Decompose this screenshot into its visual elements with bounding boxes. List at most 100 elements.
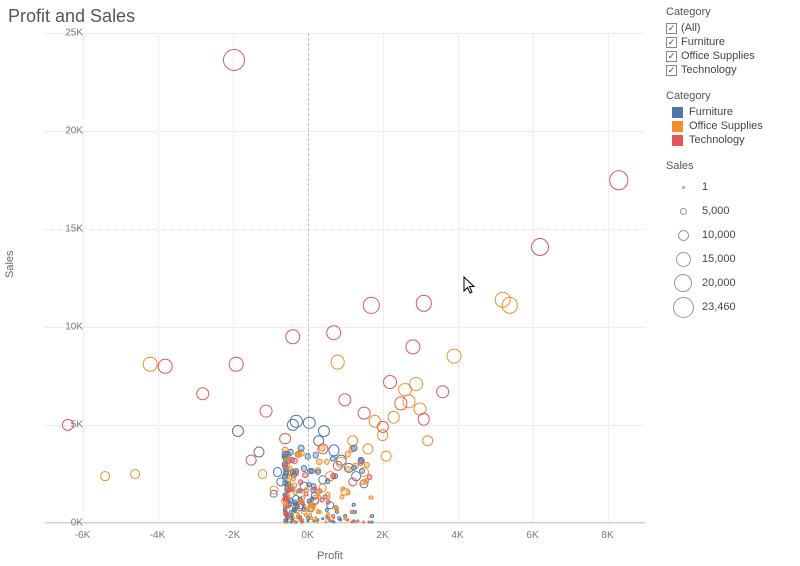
data-point[interactable] [362, 520, 365, 523]
plot-canvas[interactable]: 0K5K10K15K20K25K-6K-4K-2K0K2K4K6K8K [45, 33, 645, 523]
data-point[interactable] [381, 451, 392, 462]
checkbox-icon[interactable]: ✓ [666, 23, 677, 34]
checkbox-icon[interactable]: ✓ [666, 51, 677, 62]
data-point[interactable] [346, 518, 349, 521]
data-point[interactable] [318, 425, 330, 437]
data-point[interactable] [348, 477, 357, 486]
data-point[interactable] [298, 445, 305, 452]
data-point[interactable] [383, 375, 397, 389]
data-point[interactable] [359, 468, 365, 474]
data-point[interactable] [405, 339, 420, 354]
data-point[interactable] [291, 483, 296, 488]
data-point[interactable] [351, 465, 357, 471]
data-point[interactable] [344, 451, 351, 458]
data-point[interactable] [285, 329, 300, 344]
data-point[interactable] [351, 445, 358, 452]
data-point[interactable] [286, 513, 290, 517]
data-point[interactable] [502, 297, 518, 313]
data-point[interactable] [313, 452, 320, 459]
data-point[interactable] [332, 461, 342, 471]
data-point[interactable] [387, 411, 400, 424]
data-point[interactable] [531, 238, 549, 256]
data-point[interactable] [291, 458, 297, 464]
data-point[interactable] [130, 469, 140, 479]
data-point[interactable] [283, 501, 288, 506]
chart-area[interactable]: Sales 0K5K10K15K20K25K-6K-4K-2K0K2K4K6K8… [0, 28, 660, 564]
data-point[interactable] [328, 445, 339, 456]
data-point[interactable] [369, 515, 373, 519]
data-point[interactable] [301, 465, 307, 471]
data-point[interactable] [246, 455, 257, 466]
data-point[interactable] [143, 357, 158, 372]
data-point[interactable] [319, 445, 326, 452]
legend-item[interactable]: Furniture [672, 106, 794, 118]
data-point[interactable] [269, 485, 278, 494]
data-point[interactable] [325, 478, 331, 484]
data-point[interactable] [330, 473, 336, 479]
data-point[interactable] [363, 297, 379, 313]
data-point[interactable] [332, 516, 336, 520]
data-point[interactable] [158, 359, 173, 374]
data-point[interactable] [446, 349, 461, 364]
data-point[interactable] [229, 357, 244, 372]
data-point[interactable] [345, 490, 350, 495]
data-point[interactable] [303, 417, 315, 429]
data-point[interactable] [196, 387, 210, 401]
data-point[interactable] [363, 478, 369, 484]
data-point[interactable] [308, 513, 312, 517]
data-point[interactable] [315, 469, 321, 475]
data-point[interactable] [273, 467, 283, 477]
data-point[interactable] [357, 407, 370, 420]
data-point[interactable] [279, 433, 291, 445]
data-point[interactable] [100, 471, 110, 481]
data-point[interactable] [325, 520, 328, 523]
data-point[interactable] [326, 495, 331, 500]
data-point[interactable] [302, 472, 308, 478]
data-point[interactable] [282, 451, 289, 458]
legend-item[interactable]: Office Supplies [672, 120, 794, 132]
data-point[interactable] [291, 475, 297, 481]
data-point[interactable] [416, 295, 432, 311]
data-point[interactable] [340, 494, 345, 499]
data-point[interactable] [312, 504, 316, 508]
data-point[interactable] [316, 459, 322, 465]
data-point[interactable] [357, 460, 363, 466]
data-point[interactable] [369, 495, 374, 500]
data-point[interactable] [326, 500, 331, 505]
data-point[interactable] [609, 170, 629, 190]
data-point[interactable] [283, 469, 289, 475]
data-point[interactable] [298, 479, 304, 485]
data-point[interactable] [395, 397, 408, 410]
data-point[interactable] [324, 458, 330, 464]
data-point[interactable] [352, 503, 357, 508]
data-point[interactable] [422, 435, 434, 447]
data-point[interactable] [338, 393, 351, 406]
data-point[interactable] [326, 325, 342, 341]
filter-item[interactable]: ✓Furniture [666, 36, 794, 48]
data-point[interactable] [307, 499, 312, 504]
data-point[interactable] [409, 377, 423, 391]
data-point[interactable] [362, 443, 373, 454]
data-point[interactable] [417, 413, 430, 426]
data-point[interactable] [309, 468, 315, 474]
data-point[interactable] [364, 462, 370, 468]
data-point[interactable] [282, 480, 288, 486]
data-point[interactable] [300, 520, 303, 523]
data-point[interactable] [332, 520, 335, 523]
data-point[interactable] [314, 516, 318, 520]
legend-item[interactable]: Technology [672, 134, 794, 146]
data-point[interactable] [258, 469, 268, 479]
filter-item[interactable]: ✓(All) [666, 22, 794, 34]
data-point[interactable] [232, 425, 244, 437]
data-point[interactable] [304, 453, 311, 460]
data-point[interactable] [297, 499, 302, 504]
data-point[interactable] [260, 405, 273, 418]
data-point[interactable] [293, 501, 298, 506]
checkbox-icon[interactable]: ✓ [666, 37, 677, 48]
checkbox-icon[interactable]: ✓ [666, 65, 677, 76]
data-point[interactable] [436, 385, 450, 399]
filter-item[interactable]: ✓Office Supplies [666, 50, 794, 62]
data-point[interactable] [223, 49, 245, 71]
data-point[interactable] [371, 520, 374, 523]
data-point[interactable] [330, 355, 345, 370]
